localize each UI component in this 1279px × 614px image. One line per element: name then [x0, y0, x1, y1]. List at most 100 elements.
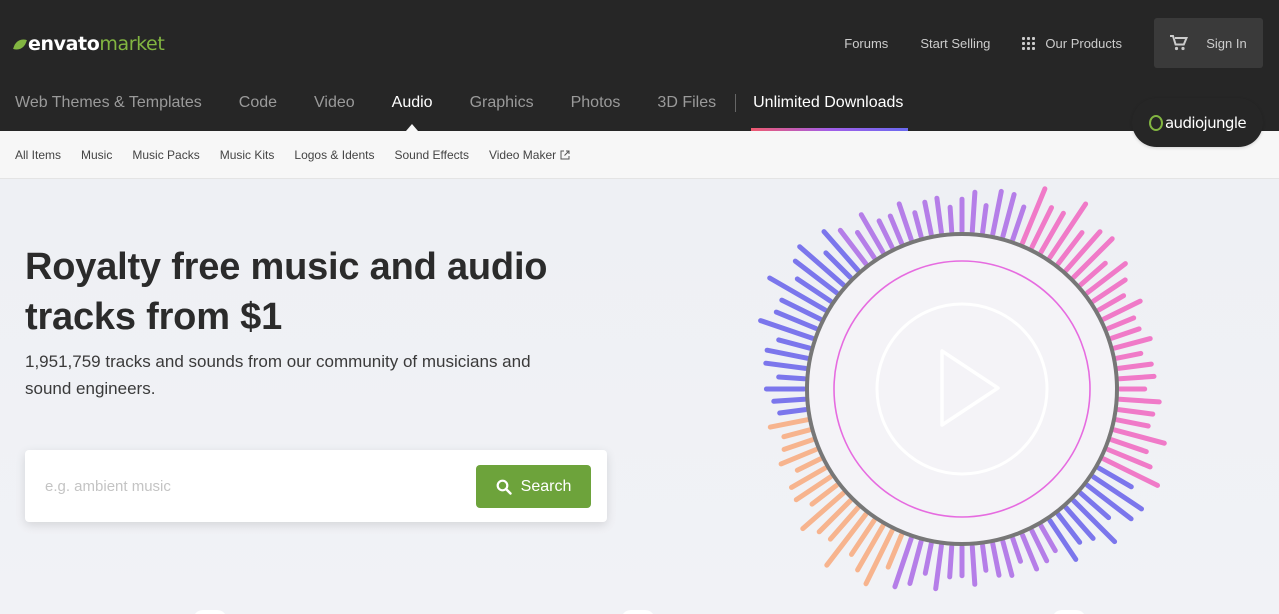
hero-section: Royalty free music and audio tracks from…	[0, 179, 1279, 614]
category-photos[interactable]: Photos	[571, 86, 621, 131]
logo-envato-text: envato	[28, 33, 100, 55]
logo-market-text: market	[99, 33, 165, 55]
external-link-icon	[560, 150, 570, 160]
top-links: Forums Start Selling Our Products Sign I…	[844, 18, 1263, 68]
envato-market-logo[interactable]: envato market	[13, 31, 165, 57]
search-input[interactable]	[45, 474, 465, 498]
search-button-label: Search	[520, 477, 572, 495]
audio-subnav: All Items Music Music Packs Music Kits L…	[0, 131, 1279, 179]
visualizer-bar	[1010, 536, 1023, 564]
visualizer-bar	[777, 407, 808, 416]
visualizer-bar	[933, 543, 944, 592]
visualizer-bar	[771, 396, 807, 404]
visualizer-bar	[912, 210, 924, 239]
audio-visualizer-illustration	[758, 186, 1167, 592]
video-maker-label: Video Maker	[488, 147, 557, 162]
visualizer-bar	[776, 337, 812, 351]
visualizer-bar	[922, 541, 934, 576]
visualizer-bar	[1047, 517, 1079, 562]
visualizer-bar	[1116, 407, 1156, 417]
visualizer-bar	[907, 539, 924, 586]
top-bar: envato market Forums Start Selling Our P…	[0, 0, 1279, 131]
sign-in-button[interactable]: Sign In	[1154, 18, 1263, 68]
visualizer-bar	[1084, 261, 1128, 296]
subnav-music-kits[interactable]: Music Kits	[220, 148, 275, 162]
category-video[interactable]: Video	[314, 86, 355, 131]
hero-subtitle: 1,951,759 tracks and sounds from our com…	[25, 348, 585, 402]
hero-subtitle-line-2: sound engineers.	[25, 379, 156, 398]
visualizer-bar	[827, 505, 861, 542]
visualizer-bar	[969, 189, 978, 234]
visualizer-bar	[1114, 417, 1151, 429]
hero-title: Royalty free music and audio tracks from…	[25, 242, 625, 342]
search-box: Search	[25, 450, 607, 522]
visualizer-bar	[855, 523, 886, 573]
category-3d-files[interactable]: 3D Files	[657, 86, 716, 131]
visualizer-bar	[767, 417, 810, 430]
visualizer-bar	[1117, 396, 1162, 405]
category-nav: Web Themes & Templates Code Video Audio …	[15, 86, 909, 131]
visualizer-bar	[969, 544, 978, 587]
visualizer-bar	[1010, 204, 1027, 242]
visualizer-bar	[1020, 186, 1048, 246]
visualizer-bar	[763, 360, 808, 371]
audiojungle-label: audiojungle	[1164, 113, 1247, 132]
visualizer-bar	[922, 199, 934, 237]
visualizer-bar	[1114, 350, 1144, 361]
visualizer-outer-ring	[805, 232, 1119, 546]
search-icon	[496, 479, 512, 495]
grid-icon	[1022, 36, 1036, 50]
category-graphics[interactable]: Graphics	[470, 86, 534, 131]
forums-link[interactable]: Forums	[844, 36, 888, 51]
subnav-all-items[interactable]: All Items	[15, 148, 61, 162]
visualizer-bar	[990, 188, 1004, 237]
category-code[interactable]: Code	[239, 86, 277, 131]
visualizer-bar	[776, 374, 807, 382]
subnav-video-maker[interactable]: Video Maker	[489, 148, 570, 162]
audiojungle-logo-icon	[1148, 114, 1163, 131]
carousel-dot	[1052, 610, 1086, 614]
carousel-dot	[621, 610, 655, 614]
visualizer-bar	[980, 203, 989, 235]
visualizer-bar	[1101, 456, 1160, 488]
visualizer-bar	[1112, 336, 1153, 351]
subnav-music[interactable]: Music	[81, 148, 112, 162]
visualizer-bar	[1117, 373, 1157, 382]
category-divider	[735, 94, 737, 112]
visualizer-bar	[863, 528, 895, 587]
our-products-label: Our Products	[1045, 35, 1122, 51]
cart-icon	[1170, 35, 1189, 51]
start-selling-link[interactable]: Start Selling	[920, 36, 990, 51]
visualizer-bar	[896, 201, 914, 242]
visualizer-bar	[1000, 192, 1017, 239]
audiojungle-badge[interactable]: audiojungle	[1132, 98, 1263, 147]
category-audio[interactable]: Audio	[392, 86, 433, 131]
visualizer-bar	[1000, 539, 1015, 578]
subnav-logos-idents[interactable]: Logos & Idents	[294, 148, 374, 162]
category-web-themes[interactable]: Web Themes & Templates	[15, 86, 202, 131]
visualizer-bar	[947, 544, 955, 580]
visualizer-bar	[990, 541, 1002, 578]
hero-title-line-1: Royalty free music and audio	[25, 246, 548, 288]
visualizer-bar	[1105, 315, 1137, 331]
subnav-sound-effects[interactable]: Sound Effects	[394, 148, 469, 162]
visualizer-bar	[876, 218, 895, 250]
subnav-music-packs[interactable]: Music Packs	[132, 148, 199, 162]
visualizer-bar	[816, 498, 853, 535]
visualizer-bar	[781, 427, 812, 440]
visualizer-bar	[887, 213, 904, 246]
search-button[interactable]: Search	[476, 465, 591, 508]
hero-subtitle-line-1: 1,951,759 tracks and sounds from our com…	[25, 352, 531, 371]
visualizer-bar	[947, 204, 955, 234]
carousel-dot	[193, 610, 227, 614]
our-products-link[interactable]: Our Products	[1022, 36, 1122, 51]
hero-title-line-2: tracks from $1	[25, 296, 283, 338]
sign-in-label: Sign In	[1206, 35, 1247, 51]
category-unlimited-downloads[interactable]: Unlimited Downloads	[751, 86, 909, 131]
visualizer-bar	[1116, 361, 1154, 371]
envato-leaf-icon	[13, 36, 27, 52]
visualizer-bar	[1109, 437, 1149, 455]
visualizer-bar	[980, 543, 989, 573]
visualizer-bar	[781, 437, 815, 452]
visualizer-bar	[794, 456, 823, 473]
